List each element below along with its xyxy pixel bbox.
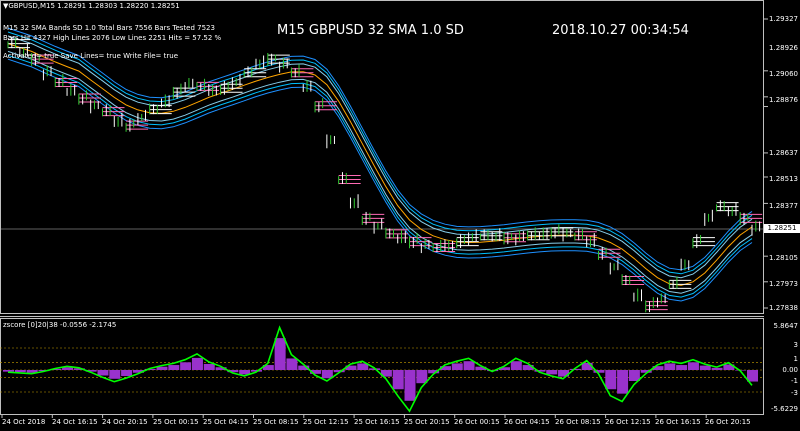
zscore-label: zscore [0]20|38 -0.0556 -2.1745 <box>3 321 117 329</box>
time-label: 25 Oct 00:15 <box>153 418 199 426</box>
zscore-bar <box>664 363 676 370</box>
zscore-bar <box>321 370 333 379</box>
price-label: 1.28637 <box>769 149 798 157</box>
stats-line-3: Activated= true Save Lines= true Write F… <box>3 52 179 60</box>
current-price-badge: 1.28251 <box>764 224 800 233</box>
time-label: 25 Oct 04:15 <box>203 418 249 426</box>
zscore-axis-label: 1 <box>793 355 798 363</box>
trading-chart[interactable] <box>0 0 800 431</box>
zscore-bar <box>451 363 463 370</box>
time-label: 26 Oct 08:15 <box>555 418 601 426</box>
zscore-bar <box>286 358 298 370</box>
zscore-bar <box>180 362 192 370</box>
zscore-bar <box>747 370 758 382</box>
zscore-bar <box>168 365 180 370</box>
zscore-bar <box>416 370 428 384</box>
zscore-bar <box>617 370 629 394</box>
zscore-axis-label: -5.6229 <box>770 405 798 413</box>
time-label: 25 Oct 20:15 <box>404 418 450 426</box>
price-label: 1.27973 <box>769 280 798 288</box>
chart-datetime: 2018.10.27 00:34:54 <box>552 23 689 38</box>
time-label: 24 Oct 16:15 <box>52 418 98 426</box>
zscore-bar <box>711 367 723 370</box>
zscore-bar <box>121 370 133 377</box>
zscore-axis-label: 0.00 <box>782 366 798 374</box>
price-label: 1.28377 <box>769 202 798 210</box>
zscore-bar <box>676 365 688 370</box>
zscore-axis-label: -1 <box>791 377 798 385</box>
zscore-bar <box>628 370 640 381</box>
zscore-axis-label: 5.8647 <box>773 322 799 330</box>
time-label: 25 Oct 16:15 <box>354 418 400 426</box>
price-label: 1.27838 <box>769 304 798 312</box>
zscore-bar <box>14 370 26 373</box>
zscore-bar <box>274 338 286 370</box>
time-label: 26 Oct 00:15 <box>454 418 500 426</box>
chart-title: M15 GBPUSD 32 SMA 1.0 SD <box>277 23 464 38</box>
zscore-bar <box>546 370 558 375</box>
stats-line-1: M15 32 SMA Bands SD 1.0 Total Bars 7556 … <box>3 24 215 32</box>
price-label: 1.28513 <box>769 175 798 183</box>
zscore-bar <box>687 362 699 370</box>
zscore-bar <box>510 361 522 370</box>
zscore-axis-label: 3 <box>793 341 798 349</box>
price-label: 1.29327 <box>769 15 798 23</box>
zscore-bar <box>404 370 416 401</box>
stats-line-2: Bars Hit 4327 High Lines 2076 Low Lines … <box>3 34 222 42</box>
price-label: 1.28876 <box>769 96 798 104</box>
zscore-bar <box>97 370 109 376</box>
zscore-axis-label: -3 <box>791 389 798 397</box>
time-label: 25 Oct 08:15 <box>253 418 299 426</box>
time-label: 26 Oct 04:15 <box>504 418 550 426</box>
zscore-bar <box>605 370 617 390</box>
zscore-bar <box>463 361 475 370</box>
zscore-bar <box>203 363 215 370</box>
price-label: 1.28105 <box>769 254 798 262</box>
time-label: 26 Oct 16:15 <box>655 418 701 426</box>
zscore-bar <box>699 365 711 370</box>
symbol-info: ▼GBPUSD,M15 1.28291 1.28303 1.28220 1.28… <box>3 2 180 10</box>
time-label: 24 Oct 20:15 <box>102 418 148 426</box>
zscore-bar <box>3 370 14 372</box>
price-label: 1.29060 <box>769 70 798 78</box>
zscore-bar <box>392 370 404 390</box>
zscore-bar <box>191 357 203 370</box>
time-label: 26 Oct 12:15 <box>605 418 651 426</box>
price-label: 1.28926 <box>769 44 798 52</box>
time-label: 25 Oct 12:15 <box>303 418 349 426</box>
time-label: 24 Oct 2018 <box>2 418 46 426</box>
zscore-bar <box>109 370 121 379</box>
time-label: 26 Oct 20:15 <box>705 418 751 426</box>
